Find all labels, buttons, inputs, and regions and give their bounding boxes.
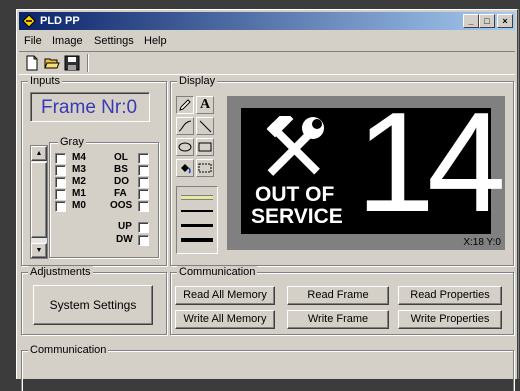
write-properties-button[interactable]: Write Properties xyxy=(398,310,502,329)
drawing-tools-palette: A xyxy=(176,96,218,182)
adjustments-group: Adjustments System Settings xyxy=(21,266,167,335)
label-dw: DW xyxy=(116,234,133,245)
line-width-3[interactable] xyxy=(181,224,213,227)
toolbar xyxy=(19,51,515,75)
menu-settings[interactable]: Settings xyxy=(94,35,134,47)
new-file-icon[interactable] xyxy=(23,54,41,72)
checkbox-m0[interactable] xyxy=(55,201,66,212)
toolbar-separator xyxy=(87,54,89,72)
inputs-group-label: Inputs xyxy=(28,75,62,88)
communication-log-group: Communication xyxy=(21,344,514,391)
rectangle-icon[interactable] xyxy=(196,138,214,156)
frame-number-label: Frame Nr:0 xyxy=(41,97,138,118)
label-m0: M0 xyxy=(72,200,86,211)
inputs-group: Inputs Frame Nr:0 ▲ ▼ Gray M4 M3 M2 M1 M… xyxy=(21,75,167,266)
label-m4: M4 xyxy=(72,152,86,163)
label-oos: OOS xyxy=(110,200,133,211)
minimize-button[interactable]: _ xyxy=(463,14,479,28)
close-button[interactable]: × xyxy=(497,14,513,28)
line-width-1[interactable] xyxy=(181,195,213,200)
scroll-up-arrow-icon[interactable]: ▲ xyxy=(31,146,47,161)
checkbox-m2[interactable] xyxy=(55,177,66,188)
menu-help[interactable]: Help xyxy=(144,35,167,47)
display-group-label: Display xyxy=(177,75,218,88)
communication-log-label: Communication xyxy=(28,344,109,357)
label-up: UP xyxy=(118,221,132,232)
line-width-selector[interactable] xyxy=(176,186,218,254)
scroll-down-arrow-icon[interactable]: ▼ xyxy=(31,243,47,258)
ellipse-icon[interactable] xyxy=(176,138,194,156)
checkbox-m3[interactable] xyxy=(55,165,66,176)
checkbox-do[interactable] xyxy=(138,177,149,188)
label-bs: BS xyxy=(114,164,128,175)
open-folder-icon[interactable] xyxy=(43,54,61,72)
checkbox-fa[interactable] xyxy=(138,189,149,200)
label-m2: M2 xyxy=(72,176,86,187)
display-group: Display A OUT OF SERVICE 14 X:18 Y:0 xyxy=(170,75,514,266)
label-m3: M3 xyxy=(72,164,86,175)
vertical-scrollbar[interactable]: ▲ ▼ xyxy=(30,145,48,259)
sign-screen[interactable]: OUT OF SERVICE 14 xyxy=(241,88,506,238)
menu-image[interactable]: Image xyxy=(52,35,83,47)
write-frame-button[interactable]: Write Frame xyxy=(287,310,389,329)
line-width-4[interactable] xyxy=(181,238,213,242)
frame-number-display: Frame Nr:0 xyxy=(30,92,150,122)
app-icon xyxy=(22,14,36,28)
label-m1: M1 xyxy=(72,188,86,199)
checkbox-bs[interactable] xyxy=(138,165,149,176)
tools-icon xyxy=(266,116,324,176)
sign-text-line1: OUT OF xyxy=(255,183,335,206)
system-settings-button[interactable]: System Settings xyxy=(33,285,153,325)
sign-text-line2: SERVICE xyxy=(251,205,343,228)
main-window: PLD PP _ □ × File Image Settings Help In… xyxy=(16,9,518,391)
window-title: PLD PP xyxy=(40,15,80,27)
curve-icon[interactable] xyxy=(176,117,194,135)
read-all-memory-button[interactable]: Read All Memory xyxy=(175,286,275,305)
label-ol: OL xyxy=(114,152,128,163)
checkbox-up[interactable] xyxy=(138,222,149,233)
menu-file[interactable]: File xyxy=(24,35,42,47)
checkbox-ol[interactable] xyxy=(138,153,149,164)
menu-bar: File Image Settings Help xyxy=(19,32,515,50)
line-icon[interactable] xyxy=(196,117,214,135)
select-icon[interactable] xyxy=(196,159,214,177)
scroll-thumb[interactable] xyxy=(31,162,47,238)
label-fa: FA xyxy=(114,188,127,199)
write-all-memory-button[interactable]: Write All Memory xyxy=(175,310,275,329)
communication-group: Communication Read All Memory Read Frame… xyxy=(170,266,514,335)
read-frame-button[interactable]: Read Frame xyxy=(287,286,389,305)
text-icon[interactable]: A xyxy=(196,96,214,114)
checkbox-m4[interactable] xyxy=(55,153,66,164)
line-width-2[interactable] xyxy=(181,210,213,212)
checkbox-m1[interactable] xyxy=(55,189,66,200)
cursor-coordinates: X:18 Y:0 xyxy=(463,237,501,248)
communication-group-label: Communication xyxy=(177,266,258,279)
read-properties-button[interactable]: Read Properties xyxy=(398,286,502,305)
pencil-icon[interactable] xyxy=(176,96,194,114)
gray-group: Gray M4 M3 M2 M1 M0 OL BS DO FA OOS UP D… xyxy=(49,136,159,258)
fill-icon[interactable] xyxy=(176,159,194,177)
sign-number: 14 xyxy=(356,83,506,242)
label-do: DO xyxy=(114,176,129,187)
display-preview[interactable]: OUT OF SERVICE 14 X:18 Y:0 xyxy=(227,88,506,250)
checkbox-dw[interactable] xyxy=(138,235,149,246)
gray-group-label: Gray xyxy=(58,136,86,149)
maximize-button[interactable]: □ xyxy=(479,14,495,28)
checkbox-oos[interactable] xyxy=(138,201,149,212)
save-disk-icon[interactable] xyxy=(63,54,81,72)
title-bar[interactable]: PLD PP _ □ × xyxy=(19,12,515,30)
adjustments-group-label: Adjustments xyxy=(28,266,93,279)
